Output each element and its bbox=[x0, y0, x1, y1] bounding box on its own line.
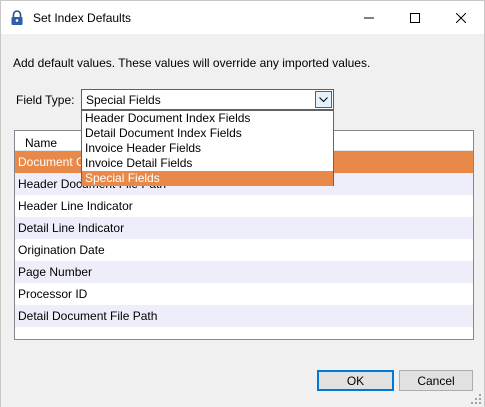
field-type-dropdown-list[interactable]: Header Document Index Fields Detail Docu… bbox=[81, 110, 334, 186]
field-type-value: Special Fields bbox=[86, 93, 161, 107]
window-title: Set Index Defaults bbox=[33, 11, 132, 25]
table-row[interactable]: Processor ID bbox=[15, 283, 473, 305]
field-type-combobox[interactable]: Special Fields bbox=[81, 89, 334, 110]
dropdown-option-selected[interactable]: Special Fields bbox=[82, 171, 333, 186]
table-row[interactable]: Detail Line Indicator bbox=[15, 217, 473, 239]
minimize-button[interactable] bbox=[346, 1, 392, 34]
close-button[interactable] bbox=[438, 1, 484, 34]
field-type-label: Field Type: bbox=[16, 93, 75, 107]
maximize-icon bbox=[410, 12, 420, 23]
cancel-button[interactable]: Cancel bbox=[399, 370, 473, 391]
dropdown-option[interactable]: Detail Document Index Fields bbox=[82, 126, 333, 141]
padlock-icon bbox=[10, 10, 24, 26]
title-bar[interactable]: Set Index Defaults bbox=[1, 1, 484, 34]
chevron-down-icon bbox=[319, 96, 328, 102]
table-row[interactable]: Origination Date bbox=[15, 239, 473, 261]
description-text: Add default values. These values will ov… bbox=[13, 56, 371, 70]
ok-button[interactable]: OK bbox=[317, 370, 394, 391]
dropdown-option[interactable]: Invoice Header Fields bbox=[82, 141, 333, 156]
dialog-window: Set Index Defaults Add default values. T… bbox=[0, 0, 485, 407]
dropdown-option[interactable]: Header Document Index Fields bbox=[82, 111, 333, 126]
table-row[interactable]: Page Number bbox=[15, 261, 473, 283]
table-row[interactable]: Detail Document File Path bbox=[15, 305, 473, 327]
resize-grip-icon[interactable] bbox=[471, 393, 481, 404]
column-header-name[interactable]: Name bbox=[25, 136, 57, 150]
close-icon bbox=[456, 12, 466, 23]
dropdown-arrow-button[interactable] bbox=[315, 91, 332, 108]
maximize-button[interactable] bbox=[392, 1, 438, 34]
table-row[interactable]: Header Line Indicator bbox=[15, 195, 473, 217]
dropdown-option[interactable]: Invoice Detail Fields bbox=[82, 156, 333, 171]
minimize-icon bbox=[364, 17, 374, 18]
